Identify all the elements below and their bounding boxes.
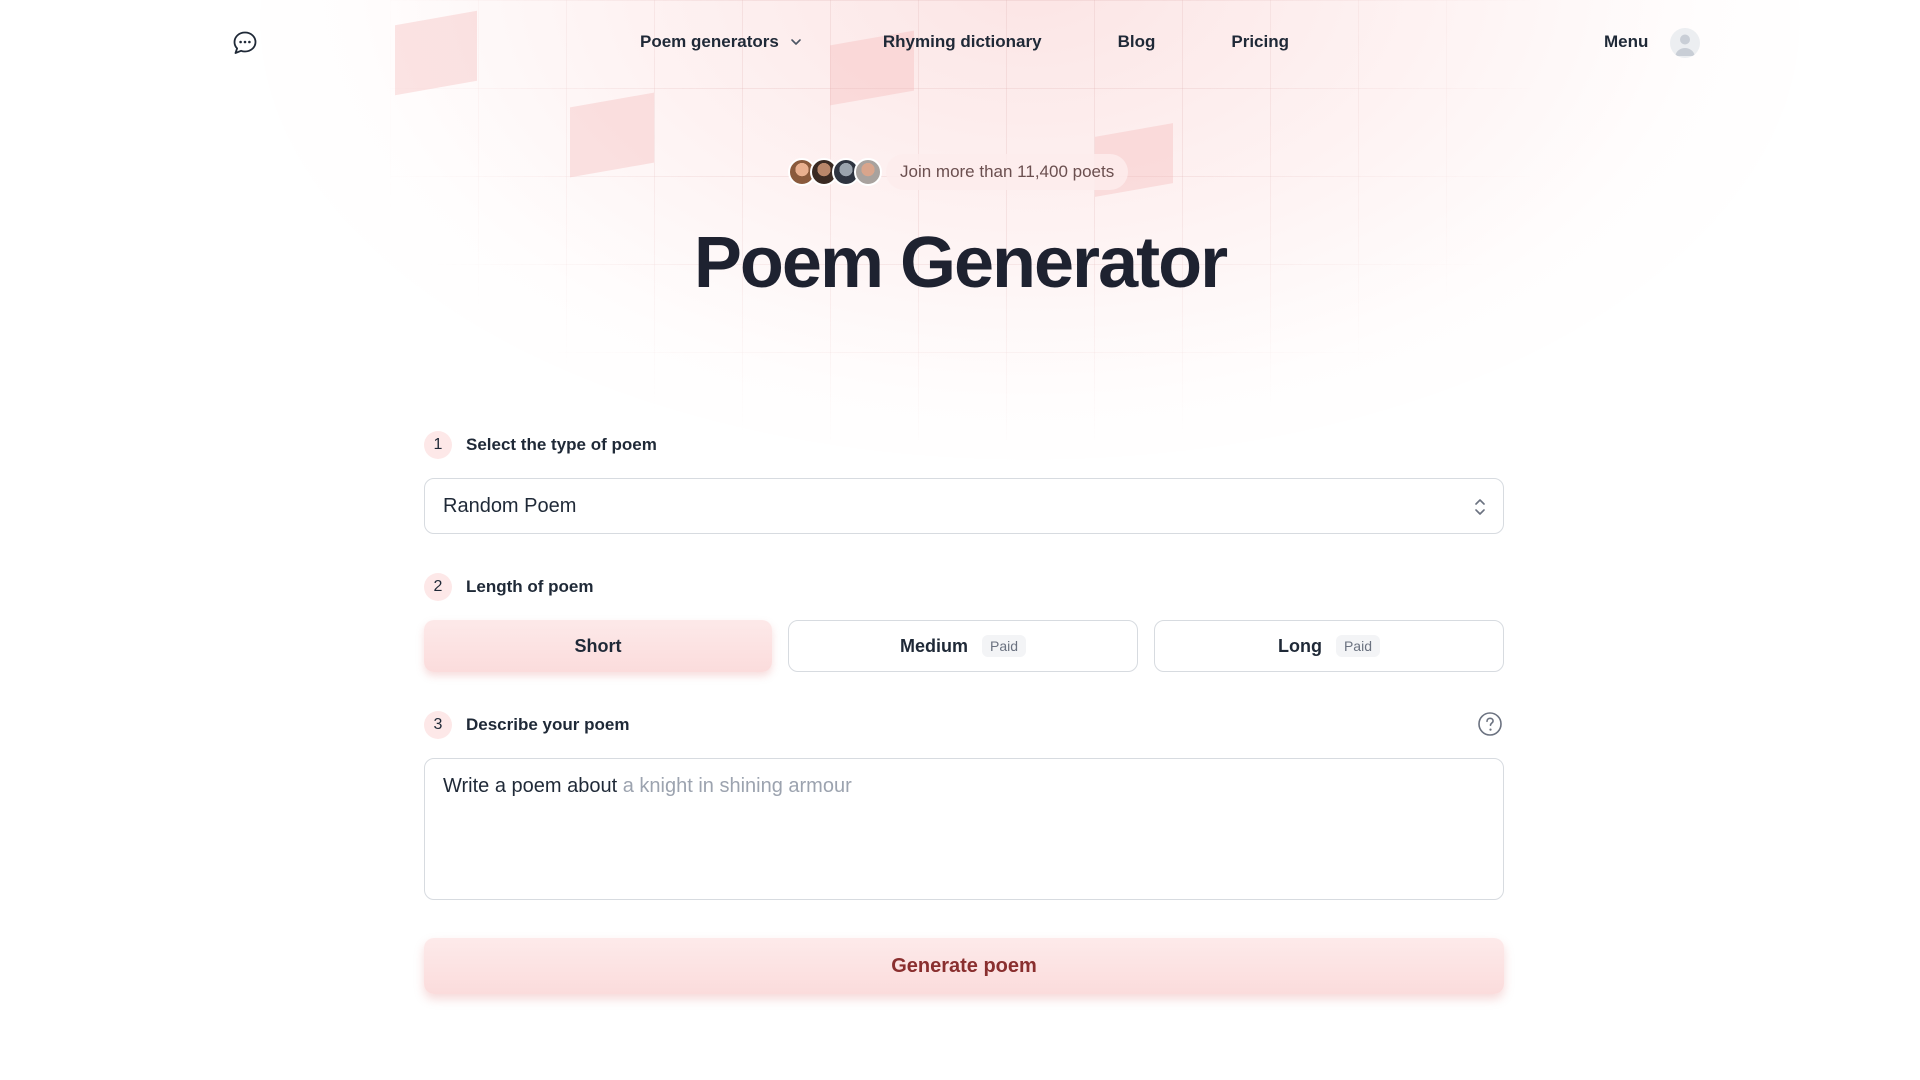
description-prefix: Write a poem about [443,775,618,797]
nav-pricing[interactable]: Pricing [1231,32,1289,52]
poem-type-select[interactable]: Random Poem [424,478,1504,534]
page-title: Poem Generator [693,223,1228,303]
chevron-down-icon [791,39,801,45]
paid-badge: Paid [981,635,1027,657]
chevron-up-down-icon [1475,499,1485,515]
step-label: Select the type of poem [466,435,657,454]
length-option-label: Long [1277,635,1322,656]
user-avatar-icon[interactable] [1670,28,1700,58]
step-label: Describe your poem [466,715,630,734]
nav-links: Poem generators Rhyming dictionary Blog … [640,32,1289,52]
social-proof-text: Join more than 11,400 poets [886,154,1129,190]
menu-button[interactable]: Menu [1604,32,1648,52]
step-number: 2 [424,573,452,601]
step-label: Length of poem [466,577,594,596]
step-2: 2 Length of poem [424,573,593,601]
poem-description-input[interactable]: Write a poem about a knight in shining a… [424,758,1504,900]
nav-poem-generators-label: Poem generators [640,32,779,51]
poet-avatars [788,158,882,186]
length-option-label: Short [574,635,622,656]
poem-type-value: Random Poem [443,494,577,517]
chat-bubble-icon[interactable] [232,30,258,56]
description-placeholder: a knight in shining armour [622,775,852,797]
poet-avatar [854,158,882,186]
help-question-icon[interactable] [1477,711,1503,737]
length-long-button[interactable]: Long Paid [1154,620,1504,672]
step-1: 1 Select the type of poem [424,431,657,459]
social-proof: Join more than 11,400 poets [788,154,1144,190]
generate-poem-button[interactable]: Generate poem [424,938,1504,994]
nav-blog[interactable]: Blog [1118,32,1156,52]
paid-badge: Paid [1335,635,1380,657]
nav-poem-generators[interactable]: Poem generators [640,32,803,52]
step-number: 1 [424,431,452,459]
length-short-button[interactable]: Short [424,620,772,672]
step-number: 3 [424,711,452,739]
length-options: Short Medium Paid Long Paid [424,620,1504,672]
length-option-label: Medium [899,635,968,656]
step-3: 3 Describe your poem [424,711,629,739]
length-medium-button[interactable]: Medium Paid [788,620,1138,672]
nav-rhyming-dictionary[interactable]: Rhyming dictionary [883,32,1042,52]
background-cell [570,92,654,178]
top-navigation: Poem generators Rhyming dictionary Blog … [0,0,1920,86]
